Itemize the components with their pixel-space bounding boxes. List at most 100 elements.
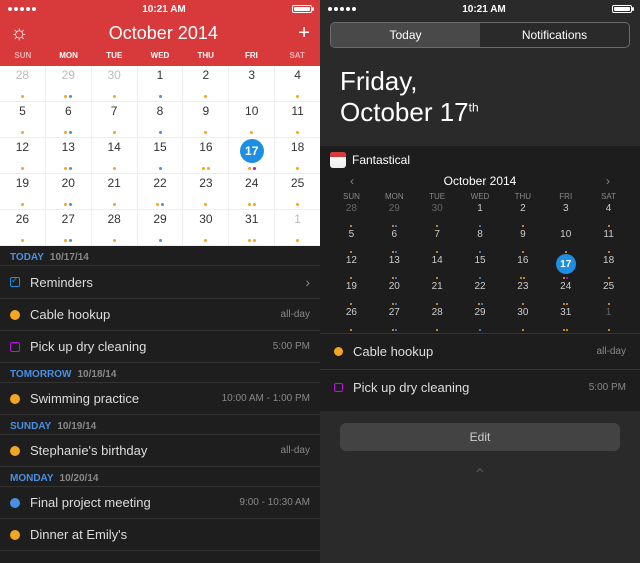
month-title[interactable]: October 2014: [109, 23, 218, 44]
calendar-day[interactable]: 31: [229, 210, 275, 245]
calendar-day[interactable]: 7: [92, 102, 138, 137]
widget-calendar-day[interactable]: 29: [373, 203, 416, 229]
widget-calendar-day[interactable]: 31: [544, 307, 587, 333]
event-dot-icon: [10, 394, 20, 404]
calendar-day[interactable]: 16: [183, 138, 229, 173]
item-meta: 10:00 AM - 1:00 PM: [222, 393, 310, 404]
agenda-item[interactable]: Pick up dry cleaning5:00 PM: [0, 331, 320, 363]
widget-item[interactable]: Cable hookupall-day: [320, 333, 640, 369]
widget-calendar-day[interactable]: 7: [416, 229, 459, 255]
dow-label: FRI: [229, 51, 275, 60]
calendar-day[interactable]: 29: [138, 210, 184, 245]
calendar-day[interactable]: 1: [275, 210, 320, 245]
calendar-day[interactable]: 19: [0, 174, 46, 209]
calendar-day[interactable]: 11: [275, 102, 320, 137]
widget-calendar-day[interactable]: 12: [330, 255, 373, 281]
calendar-day[interactable]: 9: [183, 102, 229, 137]
widget-calendar-day[interactable]: 5: [330, 229, 373, 255]
agenda-item[interactable]: Stephanie's birthdayall-day: [0, 435, 320, 467]
calendar-day[interactable]: 21: [92, 174, 138, 209]
widget-calendar-day[interactable]: 25: [587, 281, 630, 307]
widget-calendar-day[interactable]: 14: [416, 255, 459, 281]
calendar-day[interactable]: 23: [183, 174, 229, 209]
next-month-icon[interactable]: ›: [606, 174, 610, 188]
calendar-day[interactable]: 8: [138, 102, 184, 137]
calendar-day[interactable]: 6: [46, 102, 92, 137]
widget-calendar-day[interactable]: 17: [544, 255, 587, 281]
calendar-day[interactable]: 15: [138, 138, 184, 173]
widget-calendar-day[interactable]: 11: [587, 229, 630, 255]
add-event-icon[interactable]: +: [298, 22, 310, 45]
calendar-day[interactable]: 17: [229, 138, 275, 173]
calendar-day[interactable]: 20: [46, 174, 92, 209]
agenda-item[interactable]: Dinner at Emily's: [0, 519, 320, 551]
edit-button[interactable]: Edit: [340, 423, 620, 451]
widget-calendar-day[interactable]: 8: [459, 229, 502, 255]
item-text: Pick up dry cleaning: [353, 380, 589, 395]
calendar-day[interactable]: 26: [0, 210, 46, 245]
calendar-day[interactable]: 1: [138, 66, 184, 101]
widget-calendar-day[interactable]: 21: [416, 281, 459, 307]
widget-item[interactable]: Pick up dry cleaning5:00 PM: [320, 369, 640, 405]
drag-handle-icon[interactable]: ⌃: [320, 465, 640, 485]
calendar-day[interactable]: 18: [275, 138, 320, 173]
calendar-day[interactable]: 28: [92, 210, 138, 245]
widget-calendar-day[interactable]: 29: [459, 307, 502, 333]
item-meta: 9:00 - 10:30 AM: [239, 497, 310, 508]
calendar-day[interactable]: 30: [183, 210, 229, 245]
widget-calendar-day[interactable]: 18: [587, 255, 630, 281]
calendar-day[interactable]: 10: [229, 102, 275, 137]
widget-calendar-day[interactable]: 28: [330, 203, 373, 229]
calendar-day[interactable]: 14: [92, 138, 138, 173]
widget-calendar-day[interactable]: 22: [459, 281, 502, 307]
calendar-day[interactable]: 13: [46, 138, 92, 173]
dow-label: SAT: [274, 51, 320, 60]
widget-calendar-day[interactable]: 4: [587, 203, 630, 229]
calendar-day[interactable]: 12: [0, 138, 46, 173]
calendar-day[interactable]: 2: [183, 66, 229, 101]
widget-calendar-day[interactable]: 23: [501, 281, 544, 307]
agenda-item[interactable]: Final project meeting9:00 - 10:30 AM: [0, 487, 320, 519]
calendar-day[interactable]: 5: [0, 102, 46, 137]
widget-calendar-day[interactable]: 30: [501, 307, 544, 333]
calendar-day[interactable]: 25: [275, 174, 320, 209]
widget-calendar-day[interactable]: 28: [416, 307, 459, 333]
widget-calendar-day[interactable]: 30: [416, 203, 459, 229]
widget-calendar-day[interactable]: 24: [544, 281, 587, 307]
settings-icon[interactable]: ☼: [10, 22, 28, 45]
widget-calendar-day[interactable]: 27: [373, 307, 416, 333]
widget-calendar-day[interactable]: 3: [544, 203, 587, 229]
calendar-day[interactable]: 27: [46, 210, 92, 245]
widget-calendar-day[interactable]: 1: [459, 203, 502, 229]
calendar-day[interactable]: 22: [138, 174, 184, 209]
dow-label: TUE: [416, 192, 459, 201]
fantastical-app-icon: [330, 152, 346, 168]
widget-calendar-day[interactable]: 13: [373, 255, 416, 281]
agenda-item[interactable]: Swimming practice10:00 AM - 1:00 PM: [0, 383, 320, 415]
tab-notifications[interactable]: Notifications: [480, 23, 629, 47]
widget-calendar-day[interactable]: 2: [501, 203, 544, 229]
section-header: SUNDAY10/19/14: [0, 415, 320, 435]
agenda-item[interactable]: Reminders›: [0, 266, 320, 299]
widget-calendar-day[interactable]: 26: [330, 307, 373, 333]
calendar-day[interactable]: 28: [0, 66, 46, 101]
tab-today[interactable]: Today: [331, 23, 480, 47]
widget-calendar-day[interactable]: 15: [459, 255, 502, 281]
agenda-item[interactable]: Cable hookupall-day: [0, 299, 320, 331]
widget-calendar-day[interactable]: 9: [501, 229, 544, 255]
widget-calendar-day[interactable]: 10: [544, 229, 587, 255]
prev-month-icon[interactable]: ‹: [350, 174, 354, 188]
section-header: MONDAY10/20/14: [0, 467, 320, 487]
item-meta: 5:00 PM: [273, 341, 310, 352]
calendar-day[interactable]: 29: [46, 66, 92, 101]
item-text: Dinner at Emily's: [30, 527, 310, 542]
widget-calendar-day[interactable]: 16: [501, 255, 544, 281]
calendar-day[interactable]: 4: [275, 66, 320, 101]
calendar-day[interactable]: 24: [229, 174, 275, 209]
calendar-day[interactable]: 30: [92, 66, 138, 101]
widget-calendar-day[interactable]: 20: [373, 281, 416, 307]
calendar-day[interactable]: 3: [229, 66, 275, 101]
widget-calendar-day[interactable]: 19: [330, 281, 373, 307]
widget-calendar-day[interactable]: 1: [587, 307, 630, 333]
widget-calendar-day[interactable]: 6: [373, 229, 416, 255]
